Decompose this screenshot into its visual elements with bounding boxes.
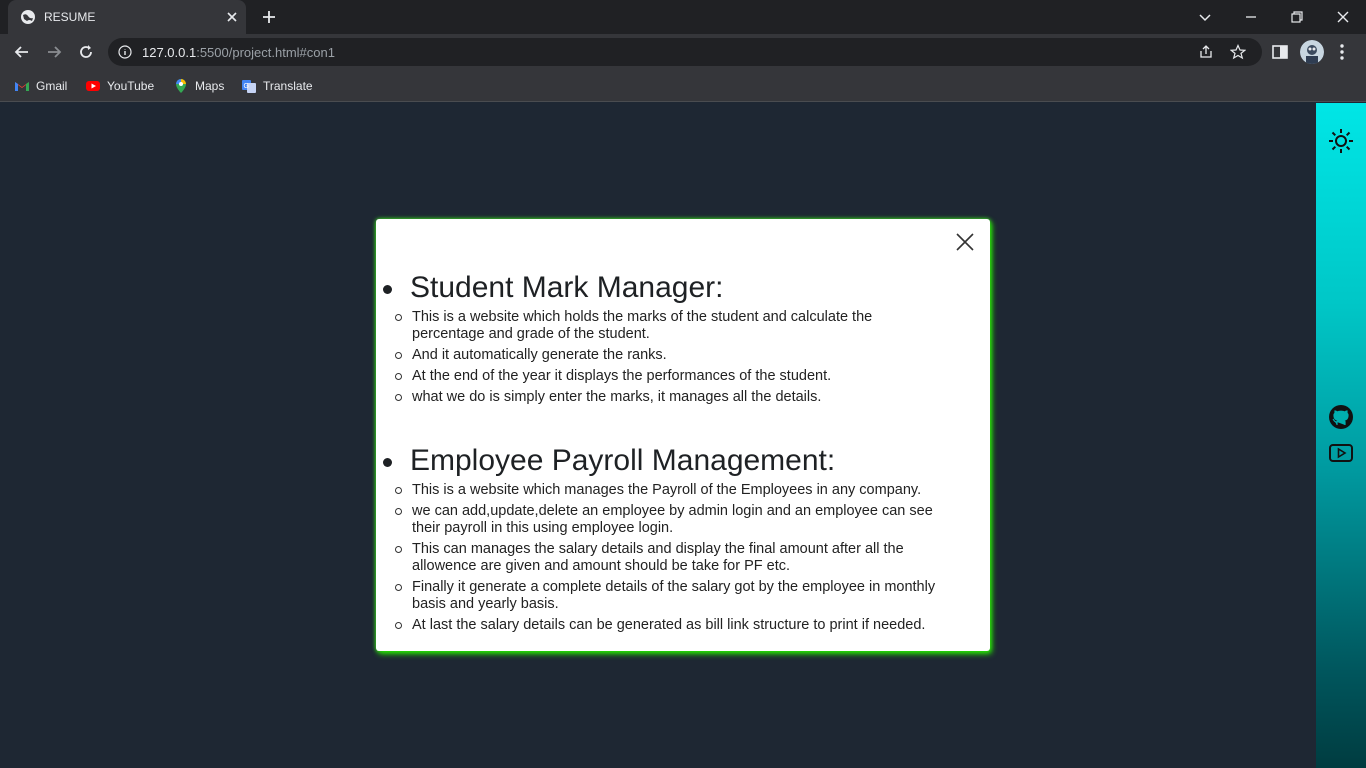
bookmark-youtube[interactable]: YouTube: [85, 77, 154, 95]
forward-arrow-icon[interactable]: [44, 42, 64, 62]
bookmark-label: Maps: [195, 79, 225, 93]
new-tab-plus-icon[interactable]: [260, 8, 278, 26]
bookmark-star-icon[interactable]: [1230, 44, 1246, 60]
reload-icon[interactable]: [76, 42, 96, 62]
bookmark-maps[interactable]: Maps: [173, 77, 224, 95]
youtube-icon: [86, 81, 100, 91]
list-item: This can manages the salary details and …: [395, 541, 976, 575]
bookmark-label: Gmail: [36, 79, 68, 93]
list-item: we can add,update,delete an employee by …: [395, 503, 976, 537]
browser-tab[interactable]: RESUME: [8, 0, 246, 34]
theme-toggle-sun-icon[interactable]: [1327, 127, 1355, 155]
close-window-icon[interactable]: [1332, 6, 1354, 28]
gmail-icon: [15, 82, 29, 91]
close-icon[interactable]: [954, 231, 976, 253]
maps-icon: [176, 79, 186, 93]
projects-modal: Student Mark Manager: This is a website …: [376, 219, 990, 651]
translate-icon: G: [242, 80, 256, 93]
tab-title: RESUME: [44, 10, 96, 24]
bookmark-gmail[interactable]: Gmail: [14, 77, 67, 95]
url-host: 127.0.0.1: [142, 45, 197, 60]
share-icon[interactable]: [1198, 44, 1214, 60]
bookmarks-bar: Gmail YouTube Maps G Translate: [0, 70, 1366, 102]
project-points: This is a website which manages the Payr…: [376, 482, 976, 634]
list-item: This is a website which manages the Payr…: [395, 482, 976, 499]
avatar-image: [1300, 40, 1324, 64]
project-title: Employee Payroll Management:: [376, 444, 976, 478]
back-arrow-icon[interactable]: [12, 42, 32, 62]
github-icon[interactable]: [1327, 403, 1355, 431]
list-item: This is a website which holds the marks …: [395, 309, 976, 343]
bookmark-label: YouTube: [107, 79, 155, 93]
restore-icon[interactable]: [1286, 6, 1308, 28]
list-item: At last the salary details can be genera…: [395, 617, 976, 634]
list-item: Finally it generate a complete details o…: [395, 579, 976, 613]
profile-avatar[interactable]: [1300, 40, 1324, 64]
project-student-mark-manager: Student Mark Manager: This is a website …: [376, 271, 976, 410]
bookmark-label: Translate: [263, 79, 313, 93]
close-tab-icon[interactable]: [224, 9, 240, 25]
svg-text:G: G: [244, 83, 249, 90]
tab-search-chevron-icon[interactable]: [1194, 6, 1216, 28]
list-item: what we do is simply enter the marks, it…: [395, 389, 976, 406]
site-info-icon[interactable]: [118, 45, 132, 59]
project-employee-payroll: Employee Payroll Management: This is a w…: [376, 444, 976, 638]
list-item: At the end of the year it displays the p…: [395, 368, 976, 385]
tab-bar: RESUME: [0, 0, 1366, 34]
url-text: 127.0.0.1:5500/project.html#con1: [142, 45, 335, 60]
minimize-icon[interactable]: [1240, 6, 1262, 28]
list-item: And it automatically generate the ranks.: [395, 347, 976, 364]
address-bar[interactable]: 127.0.0.1:5500/project.html#con1: [108, 38, 1262, 66]
menu-kebab-icon[interactable]: [1332, 42, 1352, 62]
youtube-icon[interactable]: [1327, 439, 1355, 467]
right-sidebar: [1316, 103, 1366, 768]
side-panel-icon[interactable]: [1270, 42, 1290, 62]
bookmark-translate[interactable]: G Translate: [241, 77, 313, 95]
url-path: :5500/project.html#con1: [196, 45, 335, 60]
project-title: Student Mark Manager:: [376, 271, 976, 305]
globe-icon: [21, 10, 35, 24]
project-points: This is a website which holds the marks …: [376, 309, 976, 406]
browser-toolbar: 127.0.0.1:5500/project.html#con1: [0, 34, 1366, 70]
